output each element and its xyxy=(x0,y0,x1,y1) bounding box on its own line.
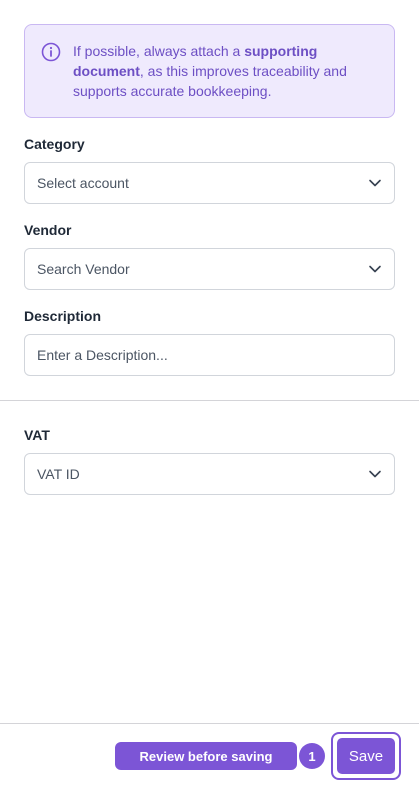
description-input[interactable] xyxy=(24,334,395,376)
vat-label: VAT xyxy=(24,427,50,443)
chevron-down-icon xyxy=(369,470,381,478)
vat-select[interactable]: VAT ID xyxy=(24,453,395,495)
description-label: Description xyxy=(24,308,102,324)
vendor-select[interactable]: Search Vendor xyxy=(24,248,395,290)
chevron-down-icon xyxy=(369,179,381,187)
info-icon xyxy=(41,42,61,62)
footer-divider xyxy=(0,723,419,724)
vat-select-value: VAT ID xyxy=(37,466,80,482)
review-count-badge: 1 xyxy=(299,743,325,769)
review-before-saving-button[interactable]: Review before saving xyxy=(115,742,297,770)
vendor-label: Vendor xyxy=(24,222,72,238)
vendor-select-value: Search Vendor xyxy=(37,261,130,277)
save-button[interactable]: Save xyxy=(337,738,395,774)
category-select[interactable]: Select account xyxy=(24,162,395,204)
notice-text: If possible, always attach a supporting … xyxy=(73,43,347,99)
section-divider xyxy=(0,400,419,401)
attachment-notice: If possible, always attach a supporting … xyxy=(24,24,395,118)
chevron-down-icon xyxy=(369,265,381,273)
category-select-value: Select account xyxy=(37,175,129,191)
category-label: Category xyxy=(24,136,85,152)
